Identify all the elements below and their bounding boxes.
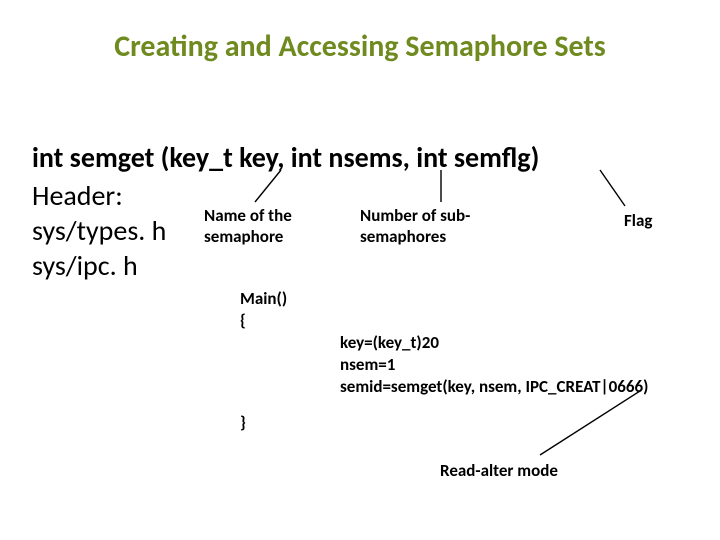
slide: Creating and Accessing Semaphore Sets in… bbox=[0, 0, 720, 540]
code-line-3: semid=semget(key, nsem, IPC_CREAT|0666) bbox=[340, 376, 648, 398]
line-flag bbox=[600, 170, 625, 206]
code-body: key=(key_t)20 nsem=1 semid=semget(key, n… bbox=[340, 332, 648, 398]
slide-title: Creating and Accessing Semaphore Sets bbox=[0, 28, 720, 65]
label-number: Number of sub-semaphores bbox=[360, 205, 530, 247]
code-brace-close: } bbox=[240, 412, 246, 433]
label-flag: Flag bbox=[624, 210, 652, 231]
label-name: Name of the semaphore bbox=[204, 205, 354, 247]
header-file-2: sys/ipc. h bbox=[32, 248, 166, 283]
code-line-2: nsem=1 bbox=[340, 354, 648, 376]
code-main: Main() { bbox=[240, 288, 287, 332]
header-label: Header: bbox=[32, 178, 166, 213]
line-mode bbox=[540, 391, 640, 455]
code-line-1: key=(key_t)20 bbox=[340, 332, 648, 354]
header-file-1: sys/types. h bbox=[32, 213, 166, 248]
header-block: Header: sys/types. h sys/ipc. h bbox=[32, 178, 166, 283]
function-signature: int semget (key_t key, int nsems, int se… bbox=[32, 140, 539, 175]
code-brace-open: { bbox=[240, 310, 287, 332]
code-main-fn: Main() bbox=[240, 288, 287, 310]
mode-label: Read-alter mode bbox=[440, 460, 558, 481]
